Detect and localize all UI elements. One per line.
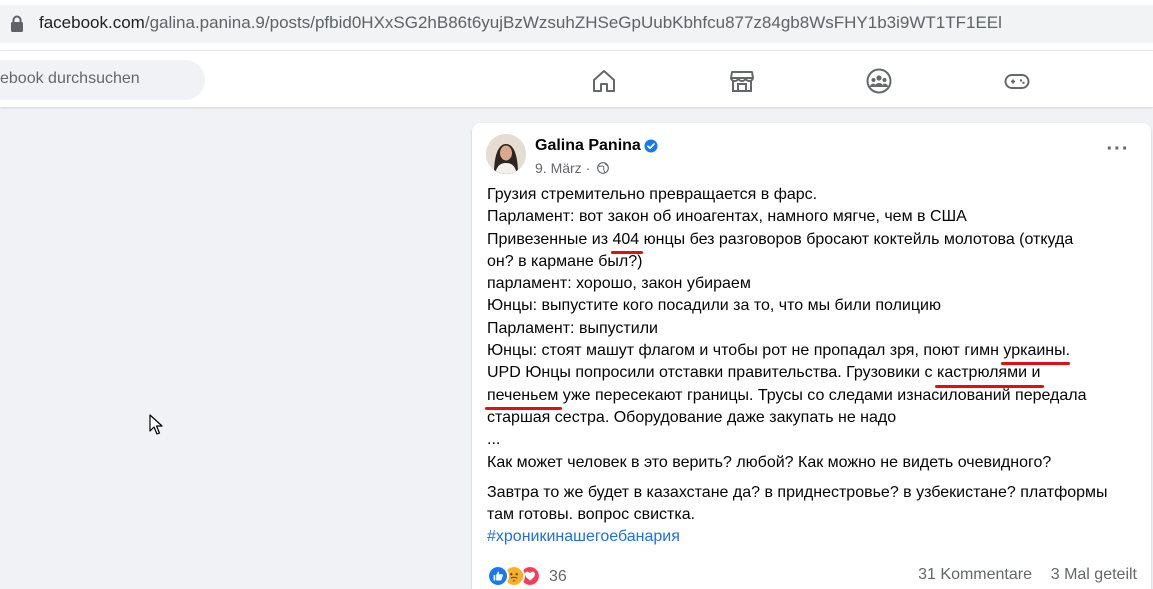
shares-count-link[interactable]: 3 Mal geteilt xyxy=(1051,566,1137,584)
underlined-highlight: печеньем xyxy=(484,385,563,411)
browser-address-bar: facebook.com/galina.panina.9/posts/pfbid… xyxy=(0,0,1153,50)
avatar[interactable] xyxy=(486,134,526,174)
hashtag-link[interactable]: #хроникинашегоебанария xyxy=(487,526,1137,548)
verified-badge-icon xyxy=(644,139,658,153)
text-segment: Юнцы: стоят машут флагом и чтобы рот не … xyxy=(487,342,1004,360)
post-text: Грузия стремительно превращается в фарс.… xyxy=(484,184,1137,549)
post-text-line: печеньем уже пересекают границы. Трусы с… xyxy=(484,385,1137,411)
text-segment: UPD Юнцы попросили отставки правительств… xyxy=(487,364,937,382)
comments-count-link[interactable]: 31 Kommentare xyxy=(918,566,1032,584)
post-meta: 9. März · xyxy=(535,160,610,176)
post-text-line: он? в кармане был?) xyxy=(487,252,643,270)
text-segment: юнцы без разговоров бросают коктейль мол… xyxy=(639,230,1074,248)
globe-icon xyxy=(597,162,610,174)
search-input[interactable]: ebook durchsuchen xyxy=(0,70,140,88)
url-text[interactable]: facebook.com/galina.panina.9/posts/pfbid… xyxy=(39,13,1002,33)
url-host: facebook.com xyxy=(39,13,145,32)
profile-photo xyxy=(486,134,526,174)
post-text-line: Юнцы: выпустите кого посадили за то, что… xyxy=(487,297,941,315)
post-text-line: Завтра то же будет в казахстане да? в пр… xyxy=(487,483,1108,501)
mouse-cursor-icon xyxy=(149,414,163,435)
post-stats-bar: 36 31 Kommentare 3 Mal geteilt xyxy=(487,563,1137,587)
groups-icon[interactable] xyxy=(865,67,893,95)
underlined-highlight: 404 xyxy=(610,229,643,255)
post-text-line: Грузия стремительно превращается в фарс. xyxy=(487,186,818,203)
more-options-icon: ··· xyxy=(1106,138,1130,160)
post-text-line: парламент: хорошо, закон убираем xyxy=(487,275,751,293)
facebook-top-nav: ebook durchsuchen xyxy=(0,50,1153,107)
post-text-line: там готовы. вопрос свистка. xyxy=(487,506,696,524)
text-segment: . xyxy=(1065,342,1071,360)
lock-icon[interactable] xyxy=(10,15,24,33)
post-text-line: Как может человек в это верить? любой? К… xyxy=(487,453,1052,471)
meta-separator: · xyxy=(585,160,591,176)
more-options-button[interactable]: ··· xyxy=(1100,139,1136,167)
post-text-line: Привезенные из 404 юнцы без разговоров б… xyxy=(487,229,1137,255)
text-segment: Привезенные из xyxy=(487,230,613,248)
post-text-line: ... xyxy=(487,431,501,449)
home-icon[interactable] xyxy=(590,67,618,95)
post-text-line: Парламент: вот закон об иноагентах, намн… xyxy=(487,208,967,226)
reaction-count: 36 xyxy=(549,568,567,585)
author-name[interactable]: Galina Panina xyxy=(535,137,641,155)
post-card: Galina Panina 9. März · ··· Грузия стрем… xyxy=(472,123,1151,589)
marketplace-icon[interactable] xyxy=(728,67,756,95)
post-text-line: старшая сестра. Оборудование даже закупа… xyxy=(487,408,897,426)
underlined-highlight: уркаины xyxy=(1001,340,1070,366)
text-segment: уже пересекают границы. Трусы со следами… xyxy=(558,386,1087,404)
post-text-line: Парламент: выпустили xyxy=(487,319,658,337)
post-date[interactable]: 9. März xyxy=(535,160,582,176)
url-path: /galina.panina.9/posts/pfbid0HXxSG2hB86t… xyxy=(144,13,1002,32)
underlined-highlight: кастрюлями и xyxy=(934,362,1045,389)
post-text-line: UPD Юнцы попросили отставки правительств… xyxy=(487,362,1137,389)
like-reaction-icon xyxy=(487,565,509,587)
gaming-icon[interactable] xyxy=(1003,67,1031,95)
post-text-line: Юнцы: стоят машут флагом и чтобы рот не … xyxy=(487,340,1137,366)
